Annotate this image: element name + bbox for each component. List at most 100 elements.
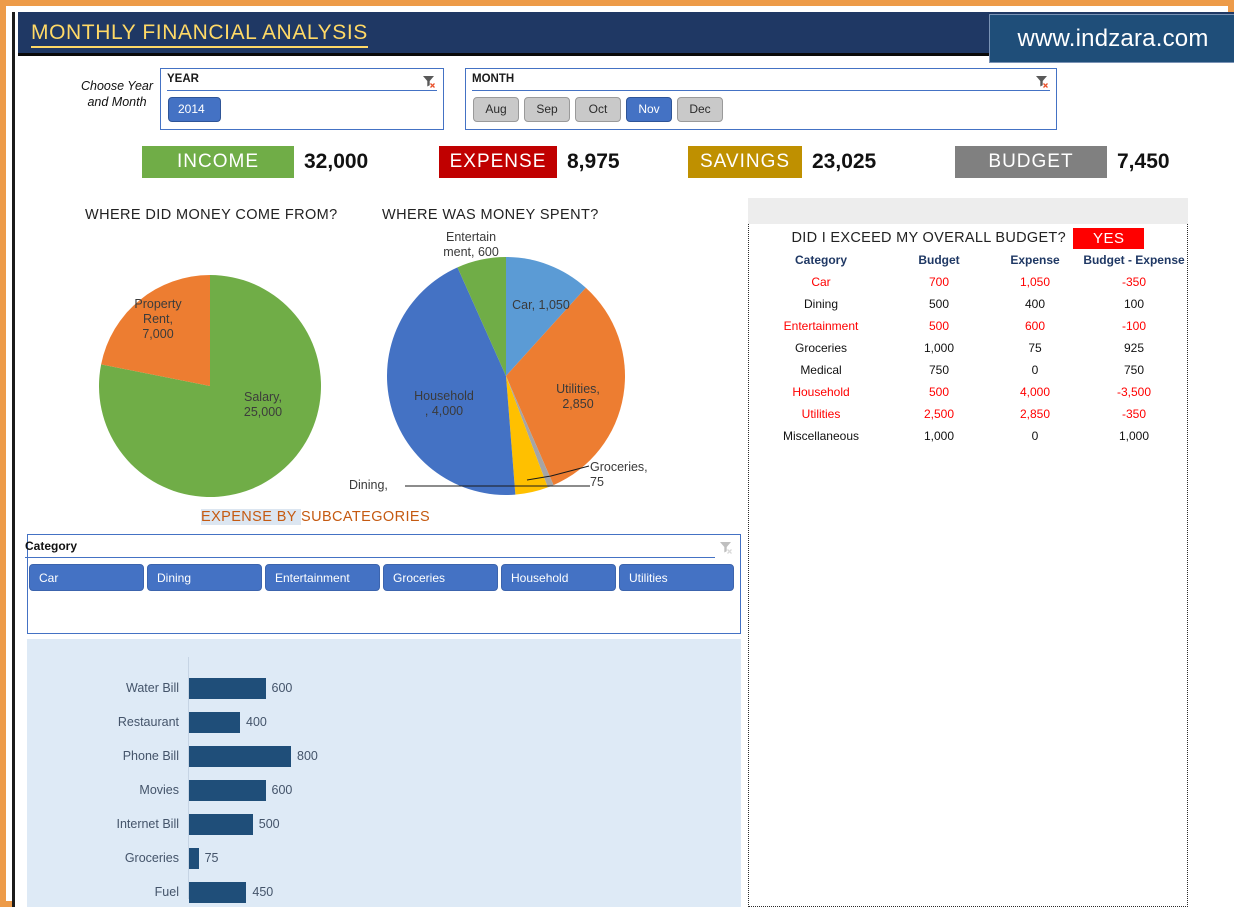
expense-chart-title: WHERE WAS MONEY SPENT? bbox=[382, 207, 599, 223]
month-slicer-label: MONTH bbox=[472, 73, 1050, 91]
clear-filter-icon[interactable] bbox=[421, 73, 437, 89]
month-option-aug[interactable]: Aug bbox=[473, 97, 519, 122]
expense-slice-label-dining: Dining, bbox=[349, 478, 405, 493]
month-option-nov[interactable]: Nov bbox=[626, 97, 672, 122]
budget-answer-badge: YES bbox=[1073, 228, 1145, 249]
bar-value-label: 75 bbox=[205, 851, 219, 865]
bar-category-label: Phone Bill bbox=[27, 749, 179, 763]
income-slice-label-property-rent: Property Rent, 7,000 bbox=[119, 297, 197, 342]
budget-cell-expense: 0 bbox=[987, 425, 1083, 447]
category-option-utilities[interactable]: Utilities bbox=[619, 564, 734, 591]
budget-cell-difference: 750 bbox=[1083, 359, 1185, 381]
site-logo-label: www.indzara.com bbox=[1017, 25, 1208, 53]
budget-col-budget: Budget bbox=[891, 250, 987, 271]
slicer-instruction: Choose Year and Month bbox=[77, 79, 157, 110]
page-title: MONTHLY FINANCIAL ANALYSIS bbox=[31, 21, 368, 48]
kpi-savings: SAVINGS 23,025 bbox=[688, 146, 876, 178]
kpi-expense-value: 8,975 bbox=[567, 150, 620, 174]
budget-cell-budget: 500 bbox=[891, 315, 987, 337]
budget-table-row: Groceries1,00075925 bbox=[751, 337, 1185, 359]
kpi-income-value: 32,000 bbox=[304, 150, 368, 174]
bar-value-label: 800 bbox=[297, 749, 318, 763]
dashboard-canvas: MONTHLY FINANCIAL ANALYSIS www.indzara.c… bbox=[12, 12, 1234, 907]
budget-cell-expense: 1,050 bbox=[987, 271, 1083, 293]
budget-table-body: Car7001,050-350Dining500400100Entertainm… bbox=[751, 271, 1185, 447]
category-option-groceries[interactable]: Groceries bbox=[383, 564, 498, 591]
budget-cell-category: Car bbox=[751, 271, 891, 293]
expense-slice-label-groceries: Groceries, 75 bbox=[590, 460, 666, 490]
bar-category-label: Groceries bbox=[27, 851, 179, 865]
category-option-entertainment[interactable]: Entertainment bbox=[265, 564, 380, 591]
clear-filter-icon[interactable] bbox=[1034, 73, 1050, 89]
budget-cell-category: Entertainment bbox=[751, 315, 891, 337]
month-slicer[interactable]: MONTH Aug Sep Oct Nov Dec bbox=[465, 68, 1057, 130]
budget-col-category: Category bbox=[751, 250, 891, 271]
budget-table-row: Household5004,000-3,500 bbox=[751, 381, 1185, 403]
bar-category-label: Movies bbox=[27, 783, 179, 797]
category-option-household[interactable]: Household bbox=[501, 564, 616, 591]
kpi-expense: EXPENSE 8,975 bbox=[439, 146, 620, 178]
bar-fill bbox=[189, 848, 199, 869]
budget-cell-expense: 400 bbox=[987, 293, 1083, 315]
budget-table-row: Utilities2,5002,850-350 bbox=[751, 403, 1185, 425]
kpi-budget-label: BUDGET bbox=[955, 146, 1107, 178]
month-option-dec[interactable]: Dec bbox=[677, 97, 723, 122]
category-option-dining[interactable]: Dining bbox=[147, 564, 262, 591]
budget-question: DID I EXCEED MY OVERALL BUDGET? bbox=[792, 230, 1066, 246]
category-option-car[interactable]: Car bbox=[29, 564, 144, 591]
clear-filter-icon[interactable] bbox=[718, 539, 734, 555]
subcategory-section-title: EXPENSE BY SUBCATEGORIES bbox=[201, 509, 430, 525]
budget-table-row: Miscellaneous1,00001,000 bbox=[751, 425, 1185, 447]
budget-cell-category: Household bbox=[751, 381, 891, 403]
kpi-budget: BUDGET 7,450 bbox=[955, 146, 1170, 178]
subcategory-title-suffix: SUBCATEGORIES bbox=[301, 509, 430, 525]
budget-table: Category Budget Expense Budget - Expense… bbox=[751, 250, 1185, 447]
bar-value-label: 600 bbox=[272, 681, 293, 695]
kpi-income-label: INCOME bbox=[142, 146, 294, 178]
subcategory-bar-chart: Water Bill600Restaurant400Phone Bill800M… bbox=[27, 639, 741, 907]
budget-panel-topband bbox=[748, 198, 1188, 224]
bar-value-label: 500 bbox=[259, 817, 280, 831]
month-option-sep[interactable]: Sep bbox=[524, 97, 570, 122]
budget-question-row: DID I EXCEED MY OVERALL BUDGET? YES bbox=[748, 226, 1188, 250]
kpi-expense-label: EXPENSE bbox=[439, 146, 557, 178]
budget-cell-expense: 4,000 bbox=[987, 381, 1083, 403]
month-slicer-options: Aug Sep Oct Nov Dec bbox=[473, 97, 1050, 124]
budget-table-row: Car7001,050-350 bbox=[751, 271, 1185, 293]
expense-slice-label-household: Household , 4,000 bbox=[403, 389, 485, 419]
bar-category-label: Internet Bill bbox=[27, 817, 179, 831]
budget-cell-category: Miscellaneous bbox=[751, 425, 891, 447]
budget-cell-budget: 700 bbox=[891, 271, 987, 293]
bar-fill bbox=[189, 678, 266, 699]
budget-cell-budget: 750 bbox=[891, 359, 987, 381]
category-slicer-label: Category bbox=[25, 539, 715, 558]
budget-cell-expense: 75 bbox=[987, 337, 1083, 359]
budget-cell-difference: 925 bbox=[1083, 337, 1185, 359]
budget-cell-difference: 1,000 bbox=[1083, 425, 1185, 447]
budget-cell-budget: 1,000 bbox=[891, 425, 987, 447]
budget-col-expense: Expense bbox=[987, 250, 1083, 271]
bar-row: Groceries 75 bbox=[27, 843, 741, 877]
bar-category-label: Water Bill bbox=[27, 681, 179, 695]
income-chart-title: WHERE DID MONEY COME FROM? bbox=[85, 207, 338, 223]
budget-table-header: Category Budget Expense Budget - Expense bbox=[751, 250, 1185, 271]
budget-table-row: Medical7500750 bbox=[751, 359, 1185, 381]
bar-fill bbox=[189, 746, 291, 767]
budget-cell-difference: -350 bbox=[1083, 271, 1185, 293]
kpi-budget-value: 7,450 bbox=[1117, 150, 1170, 174]
month-option-oct[interactable]: Oct bbox=[575, 97, 621, 122]
budget-col-difference: Budget - Expense bbox=[1083, 250, 1185, 271]
year-option-2014[interactable]: 2014 bbox=[168, 97, 221, 122]
bar-row: Phone Bill 800 bbox=[27, 741, 741, 775]
year-slicer[interactable]: YEAR 2014 bbox=[160, 68, 444, 130]
expense-slice-label-utilities: Utilities, 2,850 bbox=[542, 382, 614, 412]
category-slicer-options: Car Dining Entertainment Groceries House… bbox=[29, 564, 734, 591]
budget-cell-difference: 100 bbox=[1083, 293, 1185, 315]
bar-fill bbox=[189, 882, 246, 903]
kpi-savings-value: 23,025 bbox=[812, 150, 876, 174]
subcategory-title-prefix: EXPENSE BY bbox=[201, 509, 301, 525]
income-slice-label-salary: Salary, 25,000 bbox=[221, 390, 305, 420]
year-slicer-options: 2014 bbox=[168, 97, 437, 124]
budget-cell-expense: 600 bbox=[987, 315, 1083, 337]
site-logo[interactable]: www.indzara.com bbox=[989, 14, 1234, 63]
